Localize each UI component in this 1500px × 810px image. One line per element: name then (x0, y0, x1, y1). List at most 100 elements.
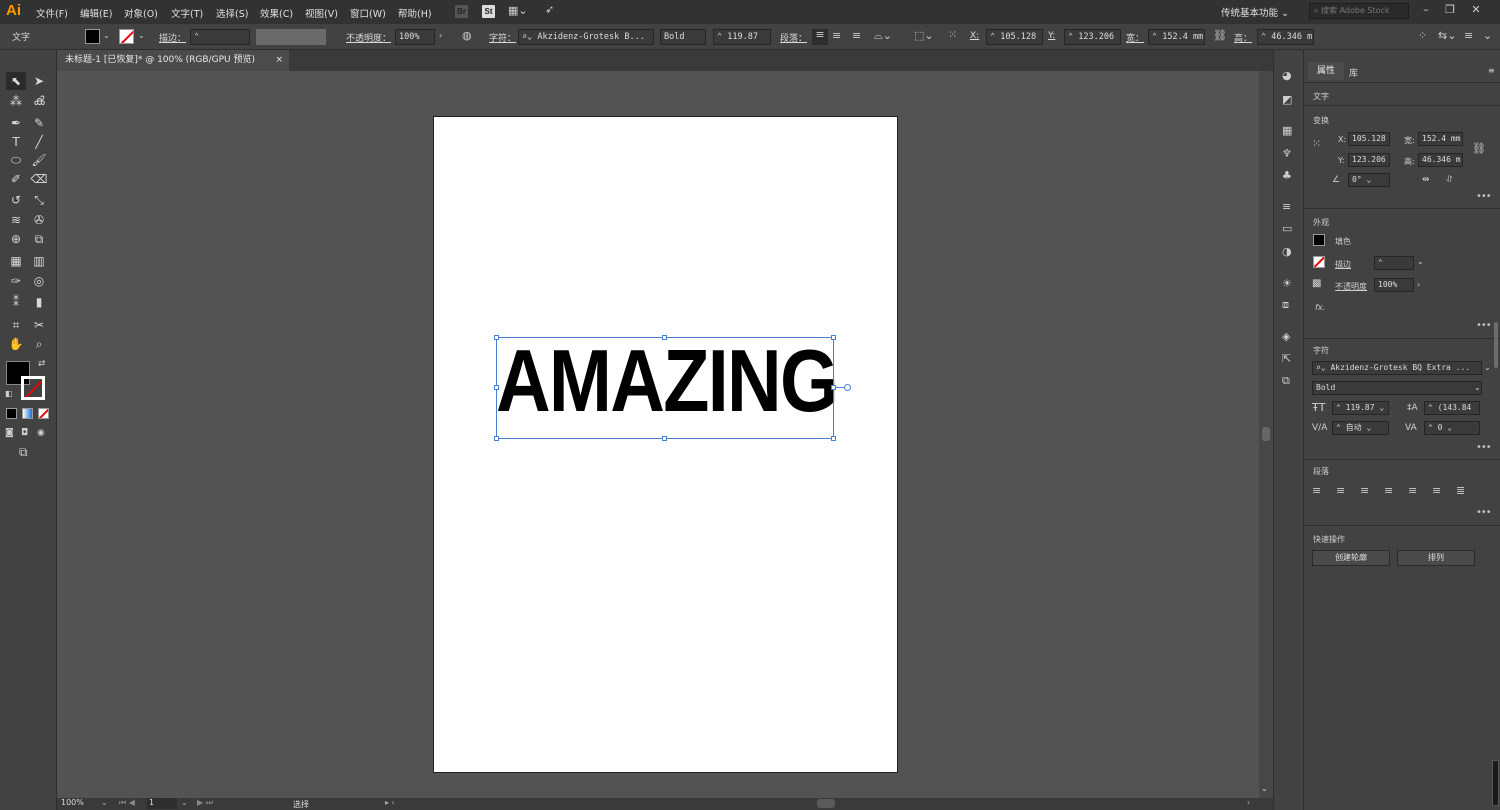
transform-more-icon[interactable]: ••• (1476, 191, 1492, 202)
mesh-tool-icon[interactable]: ▦ (6, 252, 26, 270)
fx-icon[interactable]: fx. (1315, 303, 1325, 312)
panel-resize-handle[interactable] (1492, 760, 1499, 806)
resize-handle[interactable] (494, 385, 499, 390)
panel-opacity-field[interactable]: 100% (1374, 278, 1414, 292)
arrange-documents-icon[interactable]: ▦⌄ (508, 5, 528, 17)
font-style-field[interactable]: Bold (660, 29, 706, 45)
gradient-mode-icon[interactable] (22, 408, 33, 419)
scroll-right-icon[interactable]: › (1247, 798, 1250, 807)
line-tool-icon[interactable]: ╱ (29, 133, 49, 151)
artboards-panel-icon[interactable]: ⧉ (1282, 375, 1290, 387)
slice-tool-icon[interactable]: ✂ (29, 316, 49, 334)
stock-icon[interactable]: St (482, 5, 495, 18)
shaper-tool-icon[interactable]: ✐ (6, 170, 26, 188)
warp-text-icon[interactable]: ⌓⌄ (874, 30, 892, 42)
artboard-tool-icon[interactable]: ⌗ (6, 316, 26, 334)
text-out-port[interactable] (844, 384, 851, 391)
vertical-scrollbar[interactable]: ⌄ (1259, 71, 1273, 798)
arrange-button[interactable]: 排列 (1397, 550, 1475, 566)
flip-horizontal-icon[interactable]: ⇹ (1422, 174, 1430, 186)
appearance-panel-icon[interactable]: ☀ (1282, 278, 1292, 290)
align-right-icon[interactable]: ≡ (852, 30, 861, 42)
panel-fill-swatch[interactable] (1313, 234, 1325, 246)
rotate-tool-icon[interactable]: ↺ (6, 191, 26, 209)
artboard-number-field[interactable]: 1 (147, 798, 177, 809)
menu-select[interactable]: 选择(S) (216, 6, 248, 20)
menu-file[interactable]: 文件(F) (36, 6, 68, 20)
resize-handle[interactable] (494, 335, 499, 340)
restore-icon[interactable]: ❐ (1444, 4, 1456, 16)
font-family-field[interactable]: ⌕⌄ Akzidenz-Grotesk B... (518, 29, 654, 45)
close-tab-icon[interactable]: × (275, 50, 283, 71)
hand-tool-icon[interactable]: ✋ (6, 335, 26, 353)
paragraph-label[interactable]: 段落： (780, 31, 807, 44)
height-field[interactable]: ⌃ 46.346 m (1257, 29, 1314, 45)
appearance-more-icon[interactable]: ••• (1476, 320, 1492, 331)
width-field[interactable]: ⌃ 152.4 mm (1148, 29, 1205, 45)
align-left-icon[interactable]: ≡ (812, 29, 828, 45)
next-artboard-icon[interactable]: ▶ ⏭ (197, 798, 213, 808)
selection-tool-icon[interactable]: ⬉ (6, 72, 26, 90)
transparency-panel-icon[interactable]: ◑ (1282, 246, 1292, 258)
panel-font-size-field[interactable]: ⌃ 119.87 ⌄ (1332, 401, 1389, 415)
export-icon[interactable]: ⇱ (1282, 353, 1291, 365)
stroke-label[interactable]: 描边： (159, 31, 186, 44)
eraser-tool-icon[interactable]: ⌫ (29, 170, 49, 188)
menu-help[interactable]: 帮助(H) (398, 6, 432, 20)
symbols-icon[interactable]: ♣ (1282, 170, 1292, 182)
font-family-dropdown[interactable]: ⌄ (1484, 363, 1491, 372)
panel-kerning-field[interactable]: ⌃ 自动 ⌄ (1332, 421, 1389, 435)
draw-behind-icon[interactable]: ◘ (21, 427, 28, 439)
color-guide-icon[interactable]: ◩ (1282, 94, 1292, 106)
scroll-down-icon[interactable]: ⌄ (1261, 783, 1268, 795)
pen-tool-icon[interactable]: ✒ (6, 114, 26, 132)
opacity-expand-icon[interactable]: › (439, 31, 442, 40)
resize-handle[interactable] (831, 436, 836, 441)
layers-icon[interactable]: ◈ (1282, 331, 1290, 343)
bridge-icon[interactable]: Br (455, 5, 468, 18)
reference-point-icon[interactable]: ⁙ (948, 29, 957, 41)
constrain-icon[interactable]: ⛓ (1472, 143, 1486, 155)
para-justify-all-icon[interactable]: ≣ (1456, 485, 1465, 497)
puppet-warp-tool-icon[interactable]: ✇ (29, 211, 49, 229)
para-align-left-icon[interactable]: ≡ (1312, 485, 1321, 497)
para-justify-center-icon[interactable]: ≡ (1408, 485, 1417, 497)
horizontal-scroll-thumb[interactable] (817, 799, 835, 808)
menu-type[interactable]: 文字(T) (171, 6, 203, 20)
panel-leading-field[interactable]: ⌃ (143.84 (1424, 401, 1480, 415)
scroll-thumb[interactable] (1262, 427, 1270, 441)
brushes-icon[interactable]: ♆ (1282, 148, 1292, 160)
menu-view[interactable]: 视图(V) (305, 6, 338, 20)
stroke-swatch[interactable] (119, 29, 134, 44)
panel-w-field[interactable]: 152.4 mm (1418, 132, 1463, 146)
minimize-icon[interactable]: – (1420, 4, 1432, 16)
symbol-sprayer-tool-icon[interactable]: ⁑ (6, 293, 26, 311)
stroke-weight-dropdown[interactable]: ⌄ (1417, 257, 1424, 266)
stroke-color-box[interactable] (21, 376, 45, 400)
perspective-grid-tool-icon[interactable]: ⧉ (29, 230, 49, 248)
variable-width-profile[interactable] (256, 29, 326, 45)
graphic-styles-icon[interactable]: ⧈ (1282, 299, 1289, 311)
opacity-expand-icon[interactable]: › (1417, 280, 1420, 289)
first-artboard-icon[interactable]: ⏮ ◀ (119, 798, 135, 808)
artboard-dropdown-icon[interactable]: ⌄ (181, 798, 188, 807)
para-justify-left-icon[interactable]: ≡ (1384, 485, 1393, 497)
status-menu-icon[interactable]: ▸ ‹ (385, 798, 395, 807)
none-mode-icon[interactable] (38, 408, 49, 419)
draw-inside-icon[interactable]: ◉ (37, 427, 45, 439)
panel-menu-icon[interactable]: ≡ (1488, 65, 1495, 77)
tab-properties[interactable]: 属性 (1308, 62, 1344, 80)
screen-mode-icon[interactable]: ⧉ (19, 446, 28, 458)
control-options-icon[interactable]: ⌄ (1483, 30, 1492, 42)
stroke-dropdown-icon[interactable]: ⌄ (138, 31, 145, 40)
x-field[interactable]: ⌃ 105.128 (986, 29, 1043, 45)
scale-tool-icon[interactable]: ⤡ (29, 191, 49, 209)
resize-handle[interactable] (662, 436, 667, 441)
lasso-tool-icon[interactable]: ൿ (29, 92, 49, 110)
close-window-icon[interactable]: ✕ (1470, 4, 1482, 16)
isolate-icon[interactable]: ⇆⌄ (1438, 30, 1456, 42)
menu-window[interactable]: 窗口(W) (350, 6, 386, 20)
panel-y-field[interactable]: 123.206 (1348, 153, 1390, 167)
color-panel-icon[interactable]: ◕ (1282, 70, 1292, 82)
default-fill-stroke-icon[interactable]: ◧ (5, 388, 13, 400)
